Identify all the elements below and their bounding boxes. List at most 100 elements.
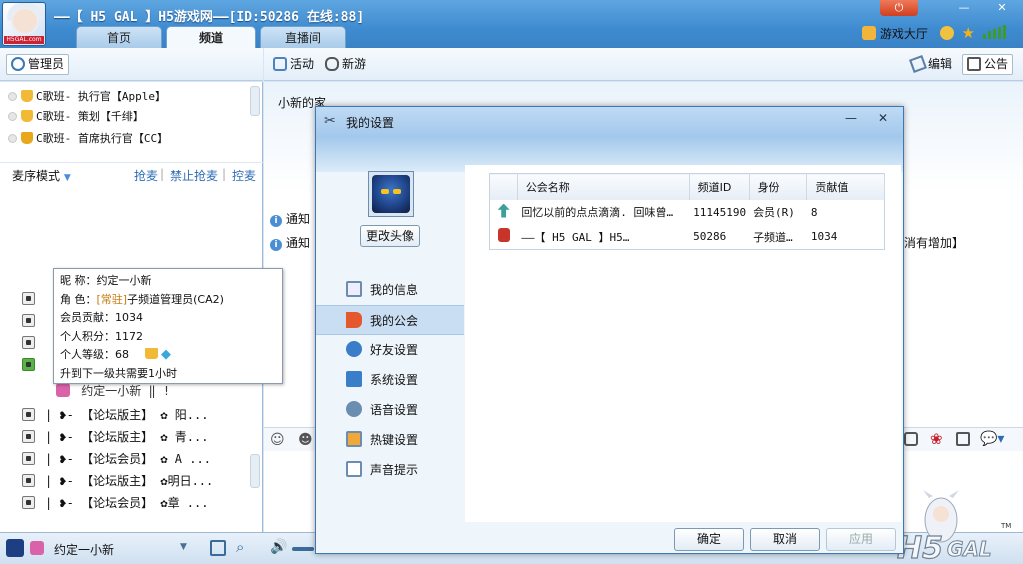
member-row[interactable]: | ❥- 【论坛会员】 ✿ A ...: [22, 450, 211, 472]
member-scrollbar[interactable]: [250, 454, 260, 488]
nick-value: 约定一小新: [96, 274, 152, 287]
mic-icon: [22, 314, 35, 327]
admin-name: C歌班- 策划【千绯】: [36, 110, 144, 123]
member-name: | ❥- 【论坛会员】 ✿ A ...: [45, 452, 211, 466]
member-row[interactable]: | ❥- 【论坛版主】 ✿明日...: [22, 472, 213, 494]
minimize-button[interactable]: —: [950, 0, 978, 16]
admin-row[interactable]: C歌班- 执行官【Apple】: [8, 88, 166, 108]
column-header[interactable]: 贡献值: [806, 173, 885, 200]
volume-icon[interactable]: 🔊: [270, 539, 287, 555]
flower-icon[interactable]: ❀: [930, 430, 943, 448]
dialog-titlebar[interactable]: ✂: [316, 107, 903, 137]
status-user-name[interactable]: 约定一小新: [54, 541, 114, 558]
column-header[interactable]: 身份: [749, 173, 808, 200]
user-avatar: [368, 171, 414, 217]
admin-name: C歌班- 执行官【Apple】: [36, 90, 166, 103]
dialog-footer: 确定 取消 应用: [316, 522, 903, 553]
nav-my-guild[interactable]: 我的公会: [316, 305, 464, 335]
search-icon[interactable]: ⌕: [236, 538, 244, 556]
voice-gear-icon: [346, 401, 362, 417]
current-member-row[interactable]: 约定一小新 ‖ !: [36, 382, 170, 404]
member-row[interactable]: [22, 358, 45, 380]
member-row[interactable]: [22, 336, 45, 358]
nav-label: 好友设置: [370, 343, 419, 357]
star-icon[interactable]: ★: [962, 24, 975, 42]
member-name: | ❥- 【论坛版主】 ✿ 阳...: [45, 408, 209, 422]
tab-channel[interactable]: 频道: [166, 26, 256, 48]
cancel-button[interactable]: 取消: [750, 528, 820, 551]
dialog-close-button[interactable]: ✕: [872, 109, 894, 127]
ok-button[interactable]: 确定: [674, 528, 744, 551]
member-name: | ❥- 【论坛会员】 ✿章 ...: [45, 496, 209, 510]
guild-contrib: 8: [810, 205, 818, 219]
apply-button[interactable]: 应用: [826, 528, 896, 551]
member-row[interactable]: [22, 292, 45, 314]
gift-icon: [56, 383, 70, 397]
member-row[interactable]: [22, 314, 45, 336]
nav-label: 我的信息: [370, 283, 419, 297]
column-header[interactable]: 频道ID: [689, 173, 750, 200]
chevron-down-icon[interactable]: ▼: [180, 542, 187, 552]
next-level-line: 升到下一级共需要1小时: [60, 366, 177, 380]
emoji-icon[interactable]: ☺: [270, 432, 285, 448]
admin-row[interactable]: C歌班- 首席执行官【CC】: [8, 130, 168, 150]
change-avatar-button[interactable]: 更改头像: [360, 225, 420, 247]
nav-friend-settings[interactable]: 好友设置: [316, 335, 464, 365]
no-grab-mic-link[interactable]: 禁止抢麦: [170, 167, 218, 184]
close-button[interactable]: ✕: [988, 0, 1016, 16]
friend-icon: [346, 341, 362, 357]
member-row[interactable]: | ❥- 【论坛版主】 ✿ 青...: [22, 428, 208, 450]
activity-button[interactable]: 活动: [268, 54, 319, 75]
level-value: 个人等级：68: [60, 348, 129, 361]
coin-icon[interactable]: [939, 26, 954, 40]
admin-scrollbar[interactable]: [250, 86, 260, 116]
member-list-icon[interactable]: [210, 540, 226, 556]
screenshot-icon[interactable]: [904, 432, 918, 446]
tab-live[interactable]: 直播间: [260, 26, 346, 48]
guild-badge-icon: [490, 225, 518, 250]
control-mic-link[interactable]: 控麦: [232, 167, 256, 184]
nav-hotkey-settings[interactable]: 热键设置: [316, 425, 464, 455]
table-row[interactable]: ——【 H5 GAL 】H5… 50286 子频道… 1034: [490, 225, 885, 250]
game-hall-link[interactable]: 游戏大厅: [880, 27, 928, 41]
profile-card-icon: [346, 281, 362, 297]
info-icon: i: [270, 239, 282, 251]
announcement-button[interactable]: 公告: [962, 54, 1014, 75]
sound-doc-icon: [346, 461, 362, 477]
admin-button[interactable]: 管理员: [6, 54, 70, 75]
tab-home[interactable]: 首页: [76, 26, 162, 48]
notice-row: i 通知: [270, 210, 310, 227]
member-row[interactable]: | ❥- 【论坛版主】 ✿ 阳...: [22, 406, 208, 428]
edit-button[interactable]: 编辑: [906, 54, 957, 75]
nav-system-settings[interactable]: 系统设置: [316, 365, 464, 395]
settings-dialog: ✂ 我的设置 — ✕ 更改头像 我的信息 我的公会 好友设置 系统设置 语音设置…: [315, 106, 904, 554]
admin-row[interactable]: C歌班- 策划【千绯】: [8, 108, 144, 128]
nav-sound-tips[interactable]: 声音提示: [316, 455, 464, 485]
gamepad-icon: [325, 57, 339, 71]
grab-mic-link[interactable]: 抢麦: [134, 167, 158, 184]
member-row[interactable]: | ❥- 【论坛会员】 ✿章 ...: [22, 494, 208, 516]
channel-logo[interactable]: H5GAL.com: [2, 2, 46, 46]
power-button[interactable]: ⏻: [880, 0, 918, 16]
toolbox-icon[interactable]: [956, 432, 970, 446]
table-row[interactable]: 回忆以前的点点滴滴. 回味曾… 11145190 会员(R) 8: [490, 200, 885, 225]
queue-mode-label: 麦序模式: [12, 169, 61, 183]
signal-icon: [982, 25, 1013, 42]
dialog-minimize-button[interactable]: —: [840, 109, 862, 127]
tools-icon: ✂: [324, 113, 336, 129]
mic-icon: [22, 430, 35, 443]
nav-voice-settings[interactable]: 语音设置: [316, 395, 464, 425]
nick-line: 昵 称：约定一小新: [60, 272, 276, 291]
game-hall-icon[interactable]: [862, 26, 876, 40]
chevron-down-icon: ▼: [63, 173, 71, 183]
queue-mode-dropdown[interactable]: 麦序模式 ▼: [12, 167, 71, 184]
column-header[interactable]: 公会名称: [517, 173, 690, 200]
emoji2-icon[interactable]: ☻: [298, 432, 313, 448]
user-avatar[interactable]: [6, 539, 24, 557]
nav-label: 热键设置: [370, 433, 419, 447]
new-game-button[interactable]: 新游: [320, 54, 371, 75]
nav-my-info[interactable]: 我的信息: [316, 275, 464, 305]
volume-slider[interactable]: [292, 547, 314, 551]
crown-icon: [21, 132, 33, 144]
chat-bubble-icon[interactable]: 💬▾: [980, 431, 1004, 447]
